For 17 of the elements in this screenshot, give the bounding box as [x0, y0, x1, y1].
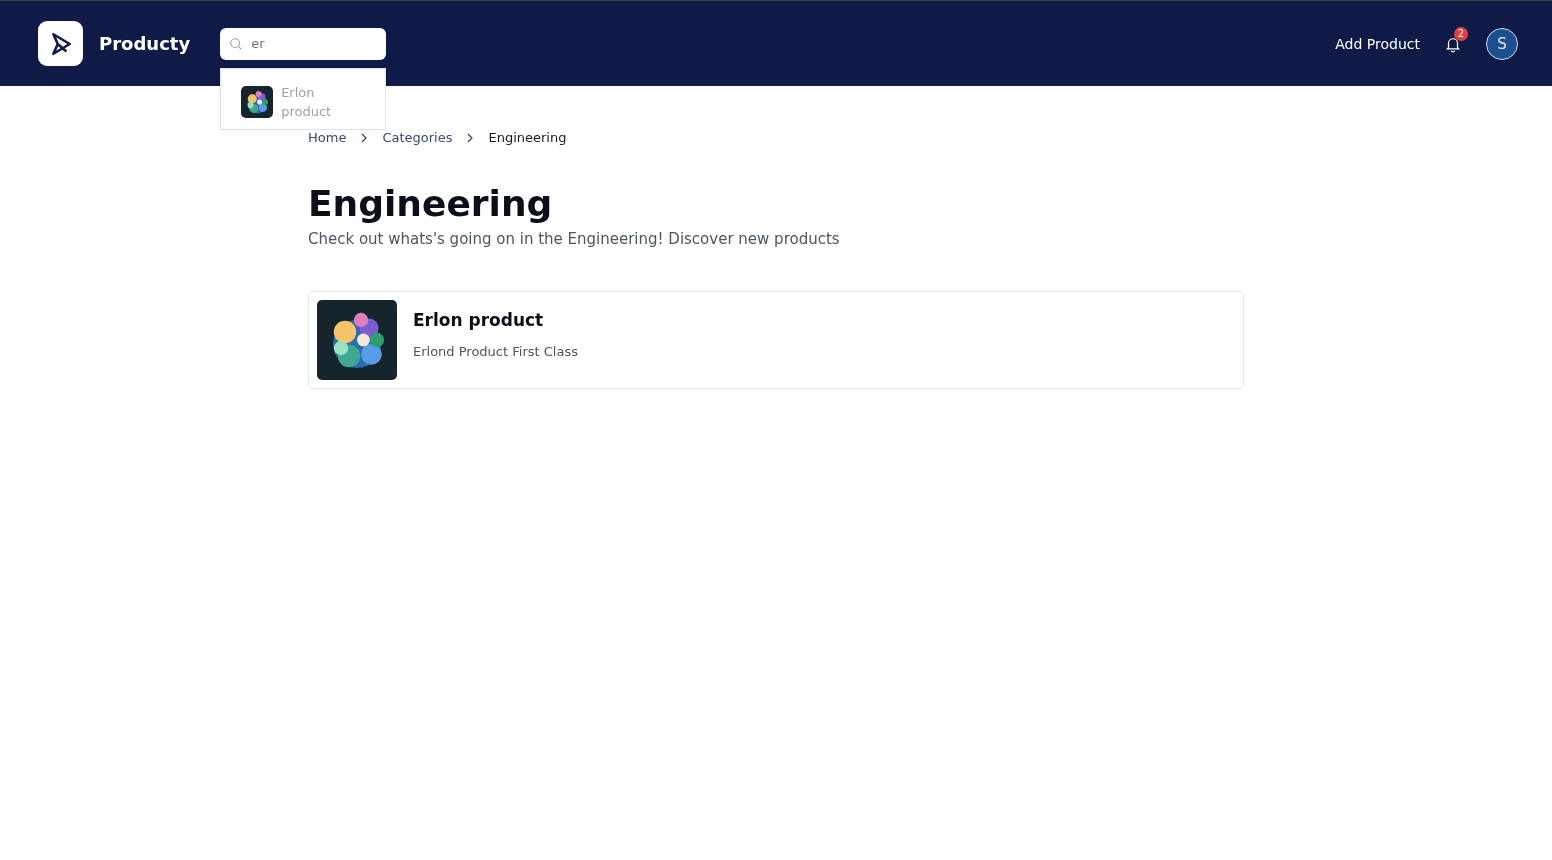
search-icon — [229, 36, 244, 51]
search-field[interactable]: er — [220, 27, 387, 60]
page-subtitle: Check out whats's going on in the Engineering! Discover new products — [308, 230, 841, 248]
notification-count: 2 — [1454, 26, 1468, 41]
chevron-right-icon — [466, 132, 475, 143]
page-title: Engineering — [308, 183, 554, 224]
breadcrumb-link[interactable]: Home — [308, 130, 347, 145]
product-description: Erlond Product First Class — [413, 344, 578, 359]
product-card[interactable]: Erlon product Erlond Product First Class — [308, 291, 1244, 389]
breadcrumb-link[interactable]: Categories — [382, 130, 453, 145]
chevron-right-icon — [360, 132, 369, 143]
brand-name[interactable]: Producty — [99, 33, 191, 54]
product-name: Erlon product — [413, 310, 545, 330]
add-product-link[interactable]: Add Product — [1335, 35, 1420, 52]
user-avatar[interactable]: S — [1486, 27, 1518, 60]
breadcrumb-link[interactable]: Engineering — [488, 130, 567, 145]
logo-icon[interactable] — [38, 21, 83, 66]
